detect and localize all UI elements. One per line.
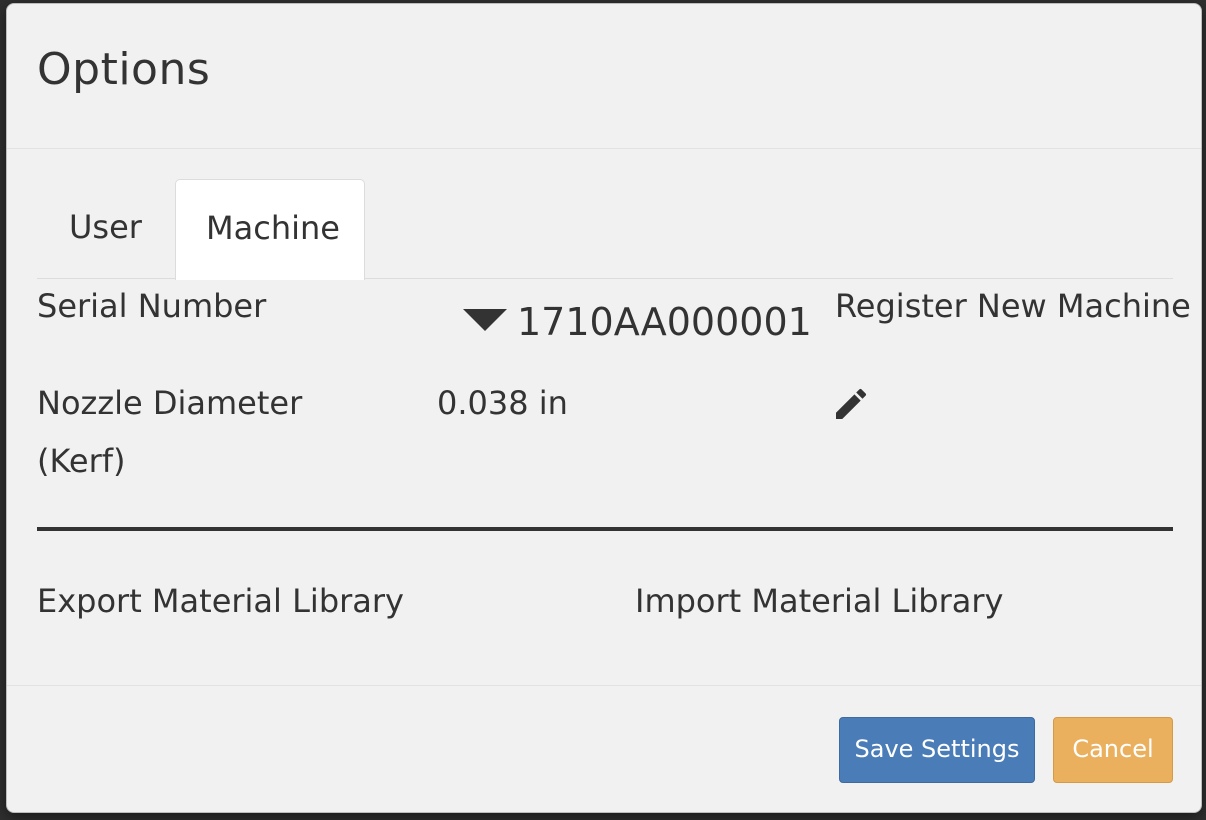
tab-user-label: User [69,208,142,246]
export-material-library-link[interactable]: Export Material Library [37,572,404,630]
save-settings-button[interactable]: Save Settings [839,717,1035,783]
register-new-machine-link[interactable]: Register New Machine [835,277,1191,335]
options-dialog: Options User Machine Serial Number 1710A… [6,3,1202,813]
tab-user[interactable]: User [37,179,175,279]
pencil-icon-svg [836,388,867,419]
nozzle-diameter-label: Nozzle Diameter (Kerf) [37,384,303,480]
nozzle-diameter-value: 0.038 in [437,384,568,422]
tab-machine-label: Machine [206,209,340,247]
pencil-icon[interactable] [831,384,871,424]
import-material-library-link[interactable]: Import Material Library [635,572,1003,630]
cancel-button[interactable]: Cancel [1053,717,1173,783]
serial-number-label: Serial Number [37,287,267,325]
dialog-header: Options [7,4,1201,149]
tab-machine[interactable]: Machine [175,179,365,280]
dialog-title: Options [37,44,211,95]
footer-divider [7,685,1201,686]
section-divider [37,527,1173,531]
serial-number-value: 1710AA000001 [517,300,812,344]
serial-number-dropdown[interactable]: 1710AA000001 [463,300,812,360]
caret-down-icon [463,309,507,331]
tab-bar: User Machine [37,179,1173,280]
